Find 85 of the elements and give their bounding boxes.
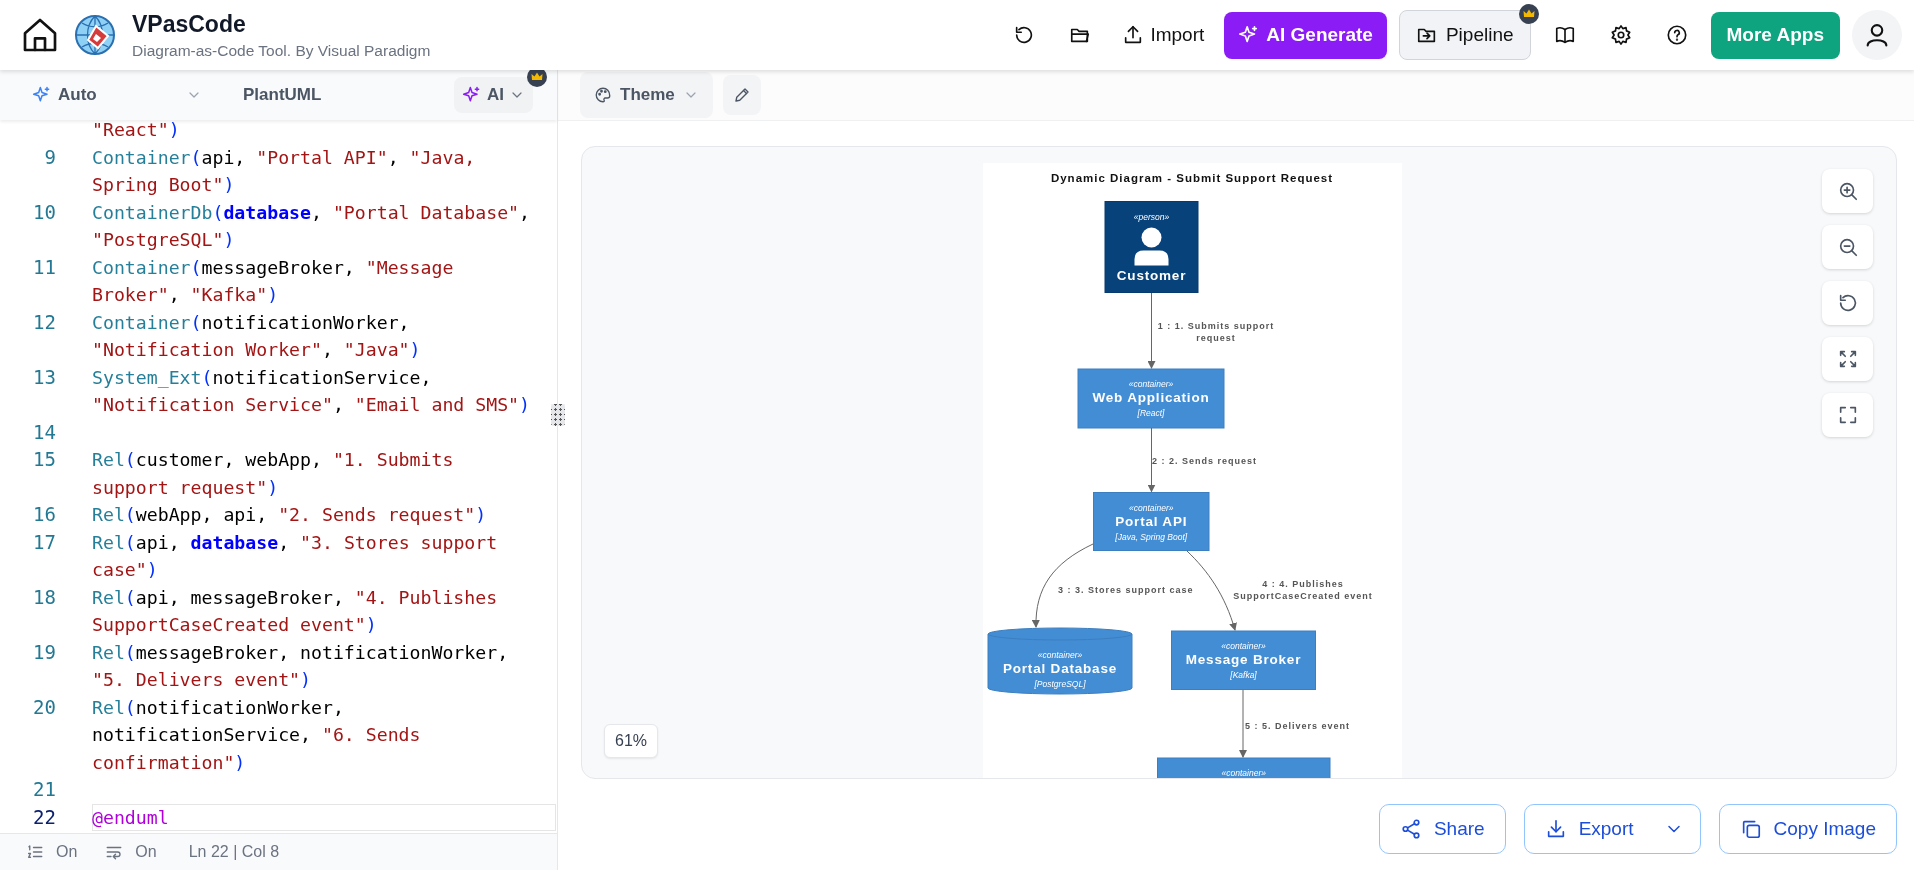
cursor-position: Ln 22 | Col 8 <box>188 843 280 861</box>
zoom-level: 61% <box>604 724 659 758</box>
code-line: System_Ext(notificationService, "Notification Service", "Email and SMS") <box>92 365 531 417</box>
share-button[interactable]: Share <box>1378 804 1506 854</box>
node-stereotype: «container» <box>1221 768 1266 778</box>
code-line: Rel(api, database, "3. Stores support case") <box>92 530 499 582</box>
diagram-title: Dynamic Diagram - Submit Support Request <box>1050 172 1334 184</box>
logo-icon <box>74 14 116 56</box>
node-name: Message Broker <box>1185 652 1302 667</box>
edge-label: 4 : 4. Publishes SupportCaseCreated event <box>1233 579 1373 601</box>
line-number: 19 <box>32 639 57 665</box>
theme-dropdown[interactable]: Theme <box>580 72 713 118</box>
code-line: Container(notificationWorker, "Notification Worker", "Java") <box>92 310 422 362</box>
share-icon <box>1399 818 1422 840</box>
docs-icon <box>1553 24 1576 46</box>
pencil-icon <box>732 86 751 104</box>
sparkle-icon <box>462 85 482 105</box>
code-line: Rel(api, messageBroker, "4. Publishes SupportCaseCreated event") <box>92 585 499 637</box>
line-number: 17 <box>32 529 57 555</box>
settings-icon <box>1609 24 1632 46</box>
zoom-out-button[interactable] <box>1822 225 1873 269</box>
ai-generate-button[interactable]: AI Generate <box>1224 11 1387 59</box>
code-line: Rel(messageBroker, notificationWorker, "5. Delivers event") <box>92 640 510 692</box>
node-stereotype: «container» <box>1221 641 1266 651</box>
line-number: 15 <box>32 447 57 472</box>
fit-button[interactable] <box>1822 337 1873 381</box>
line-number: 22 <box>32 804 57 830</box>
mode-dropdown[interactable]: Auto <box>32 85 202 105</box>
sparkle-icon <box>32 85 52 105</box>
node-stereotype: «container» <box>1037 650 1083 660</box>
language-label: PlantUML <box>243 85 322 105</box>
reset-button[interactable] <box>1822 281 1873 325</box>
node-technology: [Kafka] <box>1230 670 1257 680</box>
node-name: Portal Database <box>1003 661 1117 676</box>
code-line: @enduml <box>92 803 556 831</box>
zoom-in-button[interactable] <box>1822 169 1873 213</box>
code-line: Container(messageBroker, "Message Broker", "Kafka") <box>92 255 455 307</box>
person-icon <box>1134 227 1169 266</box>
help-icon <box>1665 24 1688 46</box>
word-wrap-status[interactable]: On <box>135 843 157 861</box>
pipeline-button[interactable]: Pipeline <box>1398 10 1531 60</box>
edge-label: 5 : 5. Delivers event <box>1245 721 1351 731</box>
flow-arrow <box>1147 427 1156 493</box>
resize-handle[interactable] <box>551 404 565 426</box>
edge-label: 2 : 2. Sends request <box>1152 456 1258 466</box>
line-number: 10 <box>32 199 57 225</box>
line-number: 11 <box>32 254 57 280</box>
edit-button[interactable] <box>722 75 761 115</box>
palette-icon <box>594 86 612 104</box>
line-numbers-status[interactable]: On <box>56 843 78 861</box>
line-number: 14 <box>32 419 57 445</box>
app-title: VPasCode <box>132 10 247 38</box>
flow-arrow <box>1239 689 1247 758</box>
edge-label: 3 : 3. Stores support case <box>1058 585 1194 595</box>
node-stereotype: «container» <box>1129 502 1174 513</box>
node-technology: [React] <box>1137 408 1165 418</box>
node-name: Portal API <box>1115 513 1188 529</box>
fullscreen-button[interactable] <box>1822 393 1873 437</box>
code-line: Rel(webApp, api, "2. Sends request") <box>92 503 488 527</box>
code-line: Rel(customer, webApp, "1. Submits support request") <box>92 448 455 500</box>
line-number: 13 <box>32 364 57 390</box>
import-button[interactable]: Import <box>1114 14 1213 56</box>
code-line: "React") <box>92 120 181 142</box>
node-technology: [Java, Spring Boot] <box>1115 531 1188 542</box>
copy-image-button[interactable]: Copy Image <box>1718 804 1897 854</box>
line-number: 12 <box>32 309 57 335</box>
line-number: 9 <box>43 144 57 170</box>
account-button[interactable] <box>1852 10 1902 60</box>
node-name: Web Application <box>1092 390 1210 405</box>
ai-dropdown[interactable]: AI <box>454 77 533 113</box>
line-number: 21 <box>32 777 57 802</box>
line-number: 18 <box>32 584 57 610</box>
edge-label: 1 : 1. Submits support request <box>1157 321 1275 343</box>
line-number: 20 <box>32 694 57 720</box>
code-line: Container(api, "Portal API", "Java, Spring Boot") <box>92 145 477 197</box>
code-line: ContainerDb(database, "Portal Database", "PostgreSQL") <box>92 200 532 252</box>
app-subtitle: Diagram-as-Code Tool. By Visual Paradigm <box>132 41 431 60</box>
line-number: 16 <box>32 502 57 527</box>
node-stereotype: «person» <box>1133 211 1170 222</box>
export-button[interactable]: Export <box>1523 804 1701 854</box>
node-technology: [PostgreSQL] <box>1034 679 1086 689</box>
node-stereotype: «container» <box>1128 379 1174 389</box>
node-name: Customer <box>1116 267 1187 283</box>
code-line: Rel(notificationWorker, notificationService, "6. Sends confirmation") <box>92 695 422 775</box>
numbered-list-icon <box>26 843 44 861</box>
